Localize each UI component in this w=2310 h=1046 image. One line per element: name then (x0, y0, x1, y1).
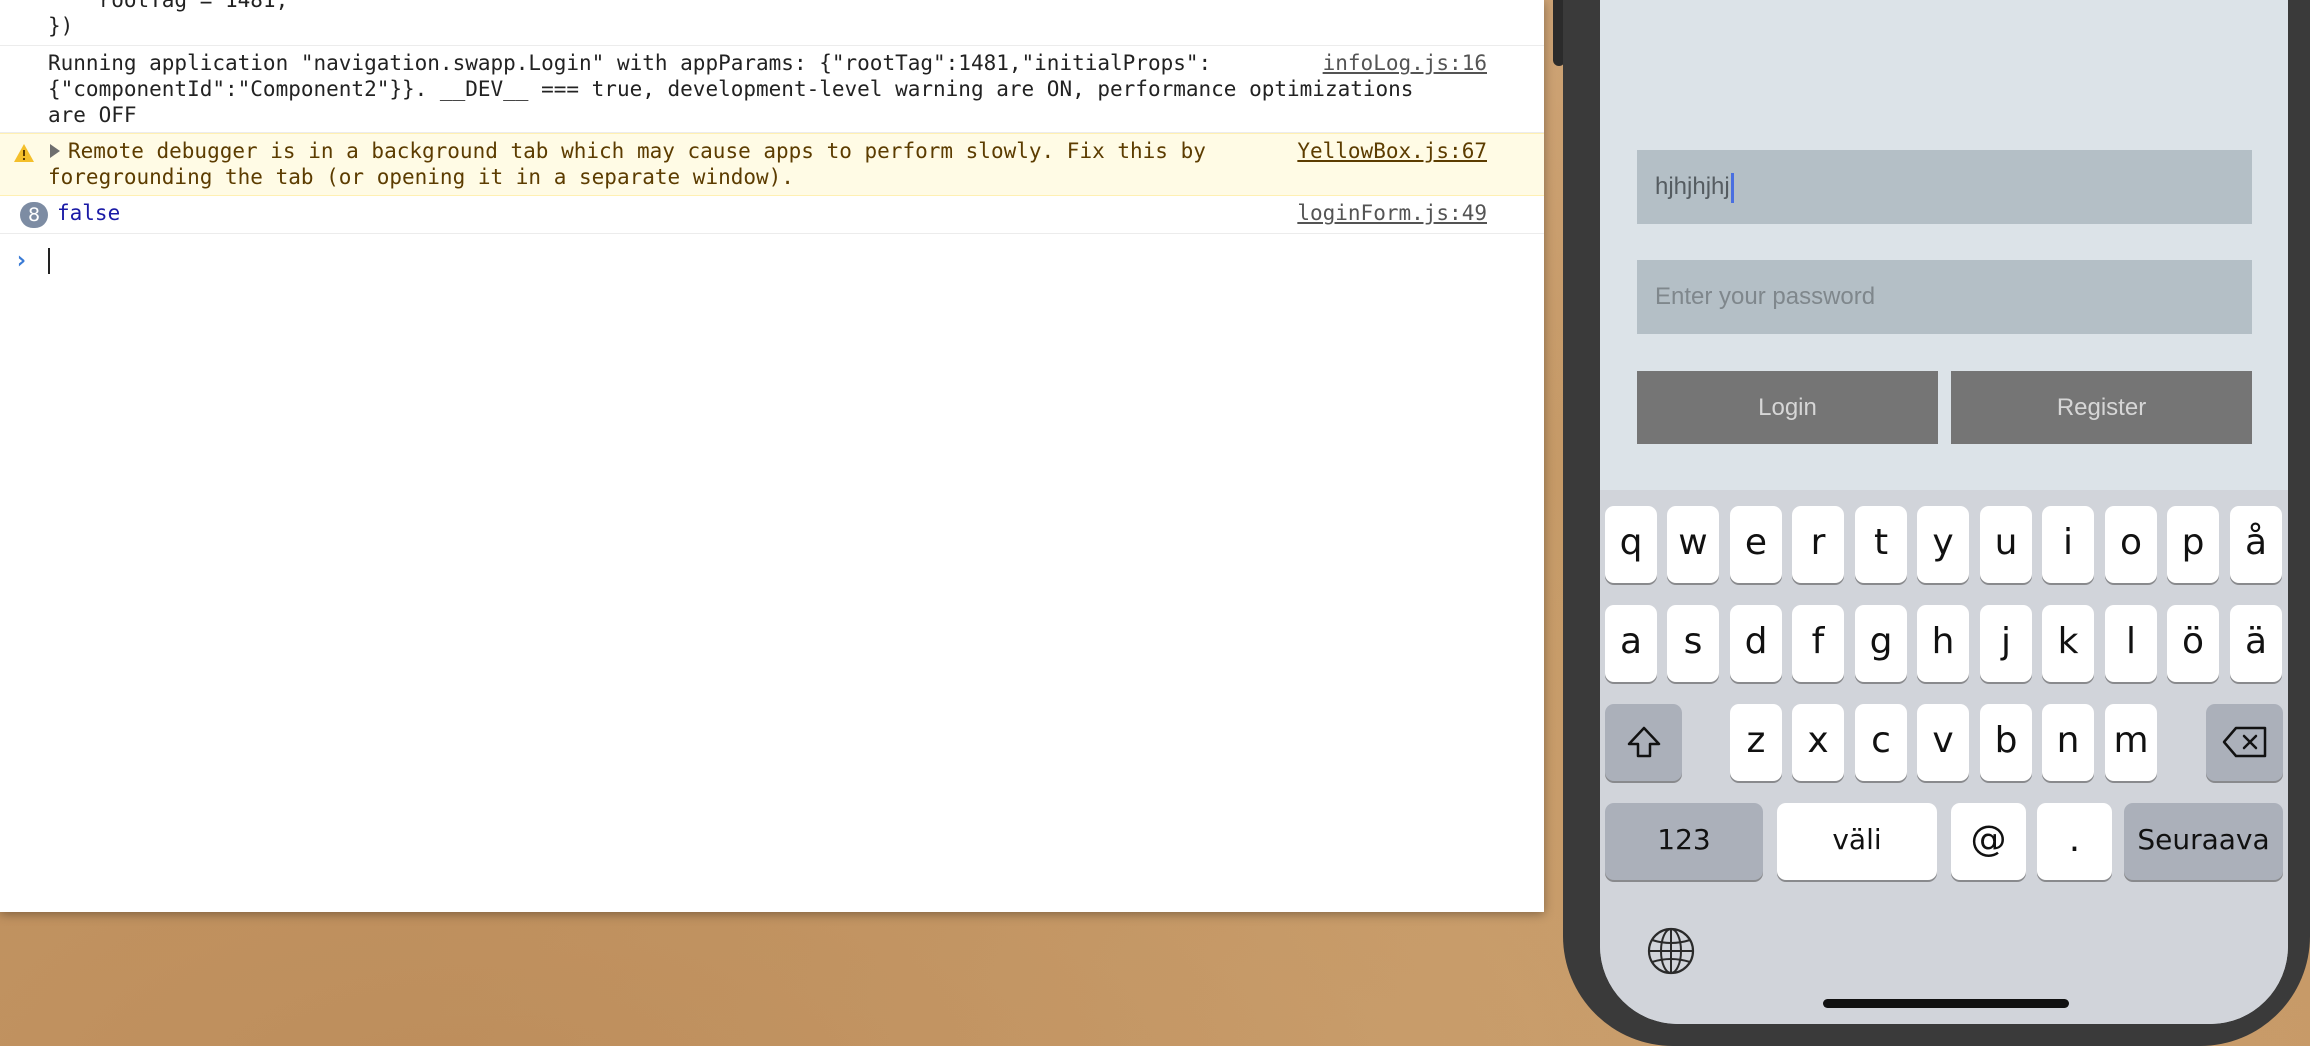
log-source-link[interactable]: loginForm.js:49 (1297, 200, 1487, 226)
onscreen-keyboard: q w e r t y u i o p å a s d f g h j k l … (1600, 490, 2288, 1024)
globe-icon[interactable] (1646, 926, 1696, 976)
key-k[interactable]: k (2042, 605, 2094, 682)
key-r[interactable]: r (1792, 506, 1844, 583)
key-q[interactable]: q (1605, 506, 1657, 583)
key-m[interactable]: m (2105, 704, 2157, 781)
console-input-caret (48, 248, 50, 274)
key-s[interactable]: s (1667, 605, 1719, 682)
key-i[interactable]: i (2042, 506, 2094, 583)
dot-key[interactable]: . (2037, 803, 2112, 880)
key-v[interactable]: v (1917, 704, 1969, 781)
key-a[interactable]: a (1605, 605, 1657, 682)
warning-line-2: foregrounding the tab (or opening it in … (48, 165, 794, 189)
object-tail-line-1: rootTag = 1481, (48, 0, 289, 12)
info-line-1: Running application "navigation.swapp.Lo… (48, 51, 1212, 75)
shift-arrow-icon (1627, 726, 1660, 758)
username-field[interactable]: hjhjhjhj (1637, 150, 2252, 224)
key-u[interactable]: u (1980, 506, 2032, 583)
key-y[interactable]: y (1917, 506, 1969, 583)
warning-icon (14, 144, 34, 162)
info-source-link[interactable]: infoLog.js:16 (1323, 50, 1487, 76)
console-info-message: Running application "navigation.swapp.Lo… (0, 46, 1544, 133)
log-value: false (57, 201, 121, 225)
key-o[interactable]: o (2105, 506, 2157, 583)
key-g[interactable]: g (1855, 605, 1907, 682)
space-key[interactable]: väli (1777, 803, 1937, 880)
username-value: hjhjhjhj (1655, 173, 1730, 200)
backspace-icon (2222, 726, 2266, 758)
key-w[interactable]: w (1667, 506, 1719, 583)
key-e[interactable]: e (1730, 506, 1782, 583)
key-f[interactable]: f (1792, 605, 1844, 682)
prompt-chevron-icon: › (14, 246, 29, 274)
object-tail-line-2: }) (48, 14, 74, 38)
info-line-2: {"componentId":"Component2"}}. __DEV__ =… (48, 77, 1414, 101)
key-o-umlaut[interactable]: ö (2167, 605, 2219, 682)
home-indicator[interactable] (1823, 999, 2069, 1008)
key-d[interactable]: d (1730, 605, 1782, 682)
key-n[interactable]: n (2042, 704, 2094, 781)
console-object-output: rootTag = 1481, }) (0, 0, 1544, 46)
register-button[interactable]: Register (1951, 371, 2252, 444)
repeat-count-badge: 8 (20, 202, 48, 228)
key-p[interactable]: p (2167, 506, 2219, 583)
key-h[interactable]: h (1917, 605, 1969, 682)
password-field[interactable]: Enter your password (1637, 260, 2252, 334)
key-z[interactable]: z (1730, 704, 1782, 781)
key-l[interactable]: l (2105, 605, 2157, 682)
login-button[interactable]: Login (1637, 371, 1938, 444)
devtools-console[interactable]: rootTag = 1481, }) Running application "… (0, 0, 1544, 912)
key-c[interactable]: c (1855, 704, 1907, 781)
key-a-umlaut[interactable]: ä (2230, 605, 2282, 682)
at-key[interactable]: @ (1951, 803, 2026, 880)
key-j[interactable]: j (1980, 605, 2032, 682)
expand-triangle-icon[interactable] (50, 144, 60, 158)
warning-line-1: Remote debugger is in a background tab w… (68, 139, 1206, 163)
console-warning-message: Remote debugger is in a background tab w… (0, 133, 1544, 196)
phone-screen: hjhjhjhj Enter your password Login Regis… (1600, 0, 2288, 1024)
console-prompt[interactable]: › (0, 234, 1544, 294)
text-caret (1730, 172, 1734, 203)
key-b[interactable]: b (1980, 704, 2032, 781)
console-log-message: 8 false loginForm.js:49 (0, 196, 1544, 234)
backspace-key[interactable] (2206, 704, 2283, 781)
shift-key[interactable] (1605, 704, 1682, 781)
warning-source-link[interactable]: YellowBox.js:67 (1297, 138, 1487, 164)
next-key[interactable]: Seuraava (2124, 803, 2283, 880)
numbers-key[interactable]: 123 (1605, 803, 1763, 880)
info-line-3: are OFF (48, 103, 137, 127)
key-t[interactable]: t (1855, 506, 1907, 583)
key-x[interactable]: x (1792, 704, 1844, 781)
key-a-ring[interactable]: å (2230, 506, 2282, 583)
